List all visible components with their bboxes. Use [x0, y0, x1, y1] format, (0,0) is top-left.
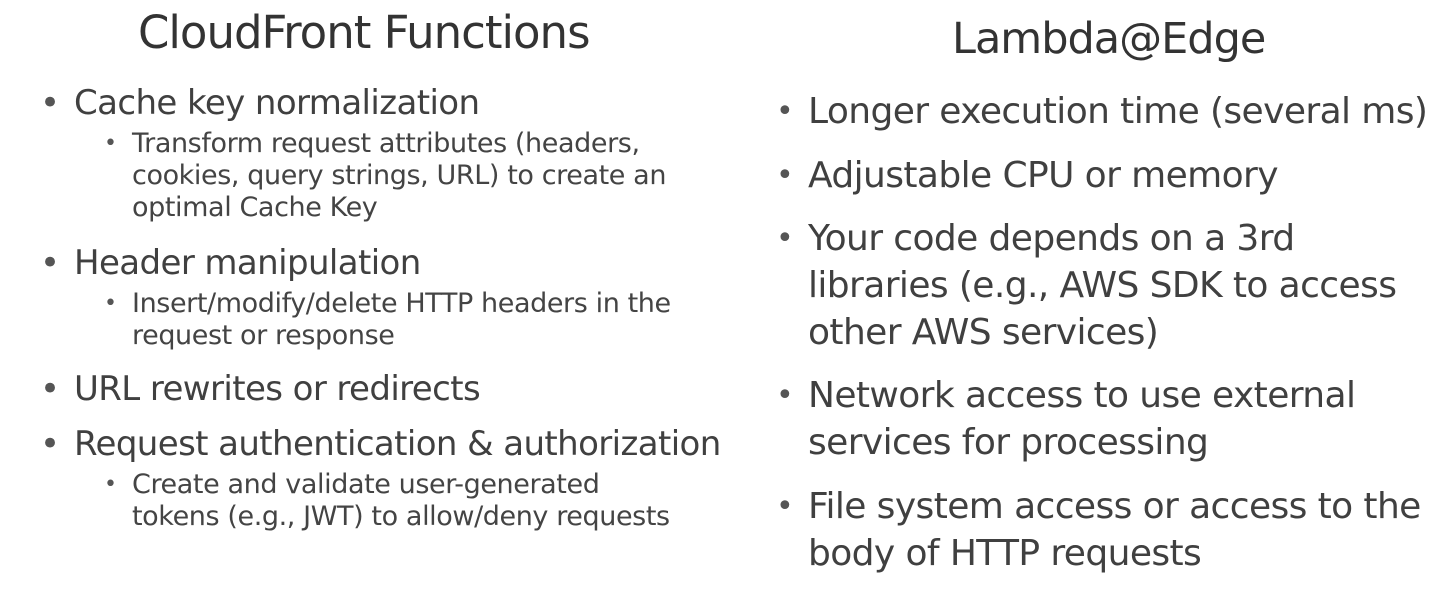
- cloudfront-functions-title: CloudFront Functions: [138, 6, 591, 59]
- sub-list-item: Transform request attributes (headers, c…: [104, 128, 692, 224]
- list-item: Network access to use external services …: [776, 372, 1398, 466]
- list-item: Request authentication & authorization C…: [40, 421, 754, 533]
- list-item: Adjustable CPU or memory: [776, 152, 1432, 199]
- list-item: File system access or access to the body…: [776, 483, 1432, 577]
- list-item: Cache key normalization Transform reques…: [40, 80, 734, 224]
- list-item: Header manipulation Insert/modify/delete…: [40, 240, 734, 352]
- list-item-text: Header manipulation: [74, 243, 421, 283]
- sub-list: Insert/modify/delete HTTP headers in the…: [74, 288, 734, 352]
- list-item: Your code depends on a 3rd libraries (e.…: [776, 215, 1408, 356]
- list-item: Longer execution time (several ms): [776, 88, 1432, 135]
- sub-list-item: Insert/modify/delete HTTP headers in the…: [104, 288, 712, 352]
- list-item: URL rewrites or redirects: [40, 366, 734, 412]
- list-item-text: Cache key normalization: [74, 83, 480, 123]
- sub-list-item: Create and validate user-generated token…: [104, 469, 692, 533]
- sub-list: Create and validate user-generated token…: [74, 469, 754, 533]
- list-item-text: URL rewrites or redirects: [74, 369, 481, 409]
- list-item-text: Request authentication & authorization: [74, 424, 721, 464]
- lambda-edge-title: Lambda@Edge: [952, 14, 1266, 64]
- sub-list: Transform request attributes (headers, c…: [74, 128, 734, 224]
